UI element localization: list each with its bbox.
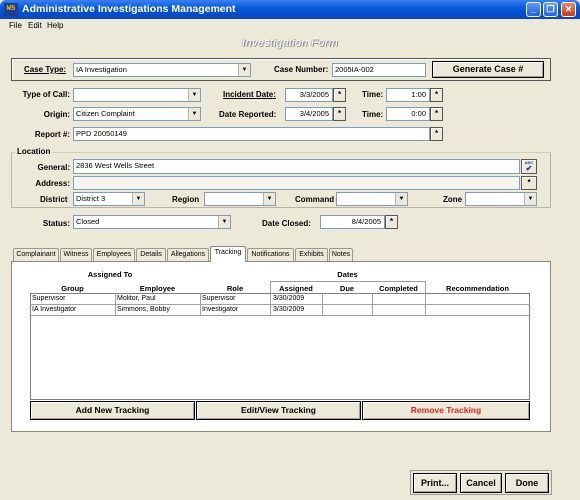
zone-label: Zone	[443, 195, 463, 204]
menu-help[interactable]: Help	[47, 21, 63, 30]
col-role[interactable]: Role	[200, 284, 270, 293]
done-button[interactable]: Done	[505, 473, 549, 493]
incident-date-field[interactable]: 3/3/2005	[285, 88, 333, 102]
time-picker-icon[interactable]: *	[430, 88, 443, 102]
dates-header: Dates	[337, 270, 358, 279]
menu-edit[interactable]: Edit	[28, 21, 42, 30]
col-group[interactable]: Group	[30, 284, 115, 293]
tab-notifications[interactable]: Notifications	[247, 248, 294, 261]
reported-time-field[interactable]: 0:00	[386, 107, 430, 121]
address-field[interactable]	[73, 176, 520, 190]
cell-group: Supervisor	[32, 295, 66, 302]
address-label: Address:	[35, 179, 70, 188]
district-select[interactable]: District 3 ▼	[73, 192, 145, 206]
col-recommendation[interactable]: Recommendation	[425, 284, 530, 293]
location-group-label: Location	[15, 147, 53, 156]
date-picker-icon[interactable]: *	[333, 107, 346, 121]
status-label: Status:	[42, 219, 70, 228]
chevron-down-icon[interactable]: ▼	[524, 193, 536, 205]
general-location-field[interactable]: 2836 West Wells Street	[73, 159, 520, 174]
remove-tracking-button[interactable]: Remove Tracking	[362, 401, 530, 420]
app-icon: WS	[4, 3, 18, 16]
time-label-2: Time:	[362, 110, 384, 119]
time-picker-icon[interactable]: *	[430, 107, 443, 121]
date-picker-icon[interactable]: *	[385, 215, 398, 229]
cell-group: IA Investigator	[32, 306, 77, 313]
tab-tracking[interactable]: Tracking	[210, 246, 246, 262]
date-closed-label: Date Closed:	[262, 219, 311, 228]
col-employee[interactable]: Employee	[115, 284, 200, 293]
chevron-down-icon[interactable]: ▼	[238, 64, 250, 76]
tab-allegations[interactable]: Allegations	[167, 248, 209, 261]
chevron-down-icon[interactable]: ▼	[188, 108, 200, 120]
case-type-value: IA Investigation	[76, 65, 127, 74]
report-number-field[interactable]: PPD 20050149	[73, 127, 430, 141]
tab-details[interactable]: Details	[136, 248, 166, 261]
generate-case-button[interactable]: Generate Case #	[432, 61, 544, 78]
cell-assigned: 3/30/2009	[273, 306, 305, 313]
type-of-call-label: Type of Call:	[22, 90, 70, 99]
tab-witness[interactable]: Witness	[60, 248, 92, 261]
form-title: Investigation Form	[242, 37, 338, 49]
region-select[interactable]: ▼	[204, 192, 276, 206]
menu-file[interactable]: File	[9, 21, 22, 30]
origin-label: Origin:	[43, 110, 70, 119]
date-reported-label: Date Reported:	[219, 110, 277, 119]
origin-select[interactable]: Citizen Complaint ▼	[73, 107, 201, 121]
chevron-down-icon[interactable]: ▼	[263, 193, 275, 205]
report-lookup-icon[interactable]: *	[430, 127, 443, 141]
command-label: Command	[295, 195, 335, 204]
restore-icon[interactable]: ❐	[543, 2, 558, 17]
col-assigned[interactable]: Assigned	[270, 284, 322, 293]
close-icon[interactable]: ✕	[561, 2, 576, 17]
command-select[interactable]: ▼	[336, 192, 408, 206]
date-closed-field[interactable]: 8/4/2005	[320, 215, 385, 229]
time-label-1: Time:	[362, 90, 384, 99]
cell-employee: Simmons, Bobby	[117, 306, 170, 313]
case-number-field[interactable]: 2005IA-002	[332, 63, 426, 77]
print-button[interactable]: Print...	[413, 473, 457, 493]
zone-select[interactable]: ▼	[465, 192, 537, 206]
report-number-label: Report #:	[34, 130, 70, 139]
address-lookup-icon[interactable]: *	[521, 176, 537, 190]
chevron-down-icon[interactable]: ▼	[188, 89, 200, 101]
date-picker-icon[interactable]: *	[333, 88, 346, 102]
status-select[interactable]: Closed ▼	[73, 215, 231, 229]
cancel-button[interactable]: Cancel	[460, 473, 502, 493]
tab-notes[interactable]: Notes	[329, 248, 353, 261]
chevron-down-icon[interactable]: ▼	[132, 193, 144, 205]
status-value: Closed	[76, 217, 100, 226]
cell-assigned: 3/30/2009	[273, 295, 305, 302]
cell-employee: Molitor, Paul	[117, 295, 156, 302]
case-type-label: Case Type:	[24, 65, 67, 74]
chevron-down-icon[interactable]: ▼	[218, 216, 230, 228]
spell-check-icon[interactable]: ABC ✔	[521, 159, 537, 174]
origin-value: Citizen Complaint	[76, 109, 135, 118]
chevron-down-icon[interactable]: ▼	[395, 193, 407, 205]
window-title: Administrative Investigations Management	[22, 3, 236, 15]
col-completed[interactable]: Completed	[372, 284, 425, 293]
incident-time-field[interactable]: 1:00	[386, 88, 430, 102]
col-due[interactable]: Due	[322, 284, 372, 293]
menu-bar	[0, 19, 580, 33]
tab-complainant[interactable]: Complainant	[13, 248, 59, 261]
general-label: General:	[37, 163, 70, 172]
assigned-to-header: Assigned To	[87, 270, 133, 279]
district-value: District 3	[76, 194, 106, 203]
district-label: District	[40, 195, 68, 204]
add-tracking-button[interactable]: Add New Tracking	[30, 401, 195, 420]
cell-role: Supervisor	[202, 295, 236, 302]
region-label: Region	[172, 195, 200, 204]
date-reported-field[interactable]: 3/4/2005	[285, 107, 333, 121]
tab-exhibits[interactable]: Exhibits	[295, 248, 328, 261]
case-number-label: Case Number:	[274, 65, 329, 74]
minimize-icon[interactable]: _	[526, 2, 541, 17]
case-type-select[interactable]: IA Investigation ▼	[73, 63, 251, 77]
incident-date-label: Incident Date:	[223, 90, 276, 99]
cell-role: Investigator	[202, 306, 239, 313]
edit-tracking-button[interactable]: Edit/View Tracking	[196, 401, 361, 420]
tab-employees[interactable]: Employees	[93, 248, 135, 261]
type-of-call-select[interactable]: ▼	[73, 88, 201, 102]
